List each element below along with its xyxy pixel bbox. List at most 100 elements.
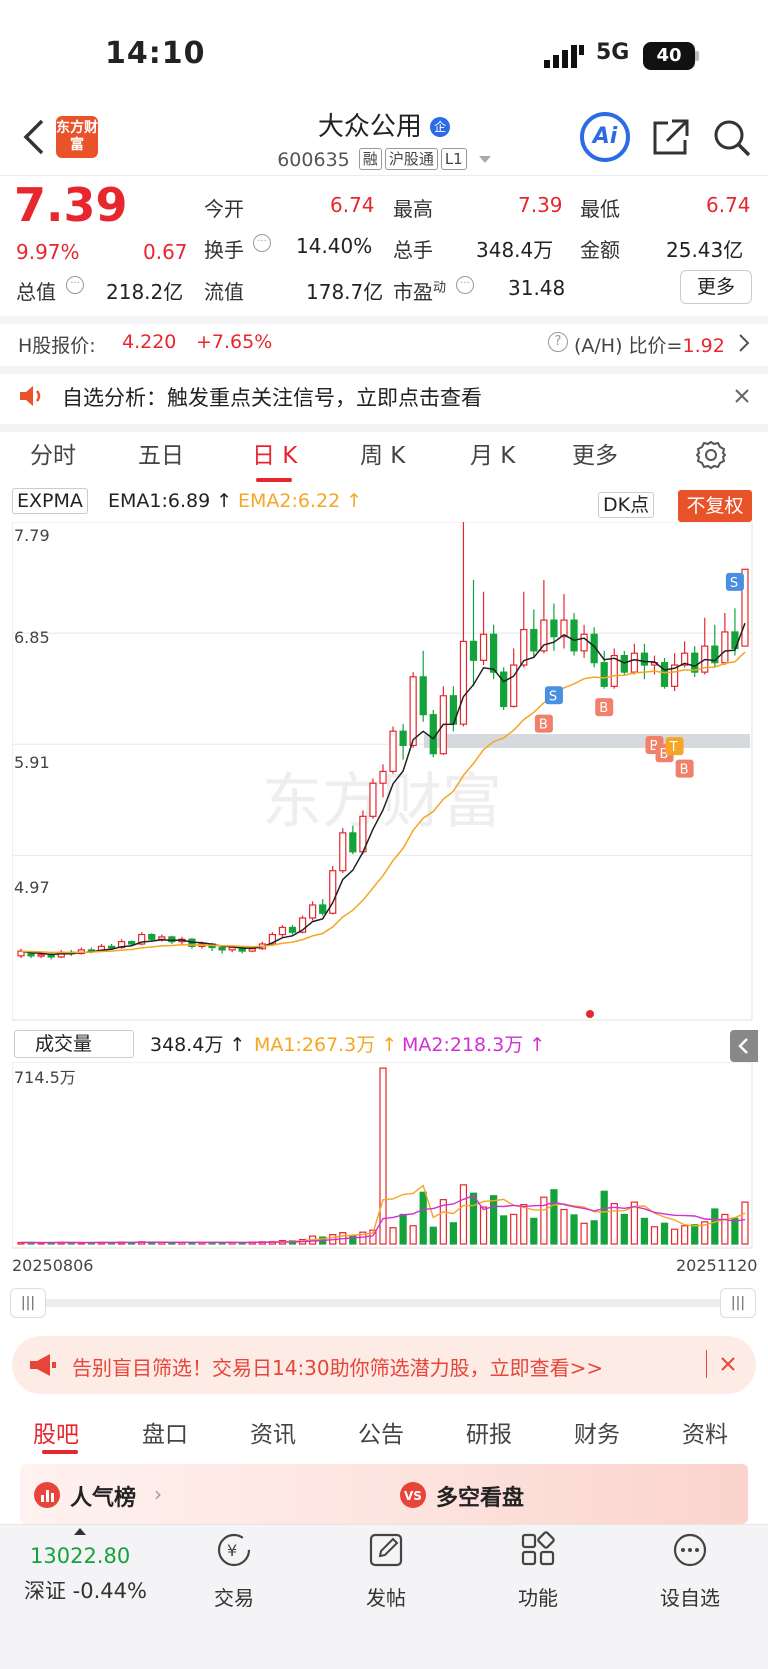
candle-body xyxy=(489,633,498,673)
tab-underline xyxy=(256,478,292,482)
candle-body xyxy=(500,671,508,708)
search-icon[interactable] xyxy=(712,118,752,158)
svg-text:VS: VS xyxy=(404,1489,422,1503)
candle-body xyxy=(288,926,297,933)
more-button[interactable]: 更多 xyxy=(680,270,752,304)
close-icon[interactable] xyxy=(734,388,750,404)
info-icon[interactable]: ··· xyxy=(456,276,474,294)
index-label[interactable]: 深证 -0.44% xyxy=(24,1575,147,1605)
versus-icon: VS xyxy=(400,1482,426,1508)
chart-tabs: 分时 五日 日 K 周 K 月 K 更多 xyxy=(0,436,768,492)
pe-label: 市盈动 xyxy=(393,280,447,304)
hshare-change: +7.65% xyxy=(196,331,273,353)
tab-more[interactable]: 更多 xyxy=(572,436,618,470)
divider xyxy=(0,366,768,374)
scroll-handle-right[interactable]: ||| xyxy=(720,1288,756,1318)
chart-scrollbar[interactable] xyxy=(40,1299,730,1307)
chevron-down-icon xyxy=(478,156,491,163)
candle-body xyxy=(319,904,327,914)
candle-body xyxy=(379,770,387,784)
nav-add-watchlist[interactable]: 设自选 xyxy=(640,1582,740,1611)
long-short-card[interactable]: 多空看盘 xyxy=(436,1480,524,1512)
ai-button[interactable]: Ai xyxy=(580,112,630,162)
candle-body xyxy=(510,664,518,708)
notice-text[interactable]: 自选分析：触发重点关注信号，立即点击查看 xyxy=(62,382,482,412)
tab-forum[interactable]: 股吧 xyxy=(33,1415,79,1449)
volume-bar xyxy=(691,1224,699,1245)
chevron-right-icon[interactable] xyxy=(738,333,750,353)
candle-body xyxy=(369,782,377,817)
tab-daily-k[interactable]: 日 K xyxy=(252,436,297,470)
tab-profile[interactable]: 资料 xyxy=(682,1415,728,1449)
candle-body xyxy=(278,926,287,936)
volume-bar xyxy=(560,1208,568,1245)
candle-body xyxy=(429,714,437,755)
tab-research[interactable]: 研报 xyxy=(466,1415,512,1449)
gear-icon[interactable] xyxy=(696,440,726,470)
volume-label: 总手 xyxy=(393,238,433,262)
signal-marker-label: B xyxy=(539,718,548,733)
candle-body xyxy=(610,654,618,687)
low-label: 最低 xyxy=(580,197,620,221)
enterprise-badge-icon: 企 xyxy=(430,117,451,137)
indicator-select[interactable]: EXPMA xyxy=(12,488,88,522)
status-time: 14:10 xyxy=(105,36,206,71)
tab-financials[interactable]: 财务 xyxy=(574,1415,620,1449)
volume-bar xyxy=(741,1201,749,1245)
candle-body xyxy=(660,662,669,687)
collapse-button[interactable] xyxy=(730,1030,758,1062)
nav-trade[interactable]: 交易 xyxy=(184,1582,284,1611)
tab-orderbook[interactable]: 盘口 xyxy=(142,1415,188,1449)
megaphone-icon xyxy=(30,1354,56,1376)
event-dot[interactable] xyxy=(586,1010,594,1018)
tab-five-day[interactable]: 五日 xyxy=(138,436,184,470)
volume-bar xyxy=(670,1228,679,1245)
tab-news[interactable]: 资讯 xyxy=(250,1415,296,1449)
info-icon[interactable]: ··· xyxy=(253,234,271,252)
index-value[interactable]: 13022.80 xyxy=(30,1544,130,1568)
nav-functions[interactable]: 功能 xyxy=(488,1582,588,1611)
tab-monthly-k[interactable]: 月 K xyxy=(470,436,515,470)
tab-announcements[interactable]: 公告 xyxy=(358,1415,404,1449)
adjust-button[interactable]: 不复权 xyxy=(678,490,752,522)
signal-icon xyxy=(544,45,584,68)
tab-weekly-k[interactable]: 周 K xyxy=(360,436,405,470)
promo-banner[interactable]: 告别盲目筛选！交易日14:30助你筛选潜力股，立即查看>> xyxy=(12,1336,756,1394)
close-icon[interactable] xyxy=(720,1356,736,1372)
divider xyxy=(0,424,768,432)
low-value: 6.74 xyxy=(706,193,751,217)
volume-chart[interactable] xyxy=(12,1062,756,1252)
float-value: 178.7亿 xyxy=(306,280,384,304)
candle-body xyxy=(409,676,417,747)
info-icon[interactable]: ··· xyxy=(66,276,84,294)
candle-body xyxy=(479,633,488,661)
candle-body xyxy=(389,730,397,773)
kline-chart[interactable]: 东方财富 BSBBB TBS xyxy=(12,522,756,1026)
popularity-card[interactable]: 人气榜 xyxy=(70,1480,136,1512)
ma2-label: MA2:218.3万 ↑ xyxy=(402,1034,546,1056)
pe-value: 31.48 xyxy=(508,276,566,300)
tab-underline xyxy=(42,1450,78,1454)
y-tick-label: 4.97 xyxy=(14,878,50,897)
signal-marker-label: B xyxy=(599,701,608,716)
volume-bar xyxy=(600,1190,608,1245)
volume-bar xyxy=(590,1220,598,1245)
candle-body xyxy=(248,948,256,952)
dk-button[interactable]: DK点 xyxy=(598,490,655,522)
open-value: 6.74 xyxy=(330,193,375,217)
share-icon[interactable] xyxy=(652,118,690,156)
chevron-left-icon xyxy=(738,1038,748,1054)
candle-body xyxy=(540,619,548,652)
nav-post[interactable]: 发帖 xyxy=(336,1582,436,1611)
scroll-handle-left[interactable]: ||| xyxy=(10,1288,46,1318)
volume-y-top: 714.5万 xyxy=(14,1068,76,1087)
volume-select[interactable]: 成交量 xyxy=(14,1030,134,1058)
x-end-label: 20251120 xyxy=(676,1256,758,1275)
ah-ratio[interactable]: (A/H) 比价=1.92 xyxy=(574,331,725,358)
candle-body xyxy=(128,941,136,945)
help-icon[interactable]: ? xyxy=(548,332,568,352)
turnover-value: 14.40% xyxy=(296,234,373,258)
tab-intraday[interactable]: 分时 xyxy=(30,436,76,470)
volume-bar xyxy=(660,1222,669,1245)
divider xyxy=(0,175,768,176)
